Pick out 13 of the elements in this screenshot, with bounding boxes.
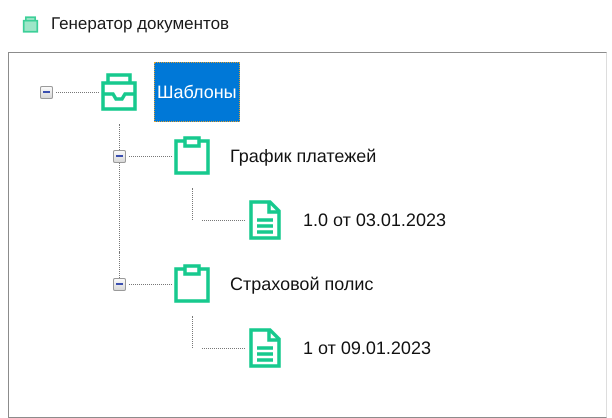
tree-item[interactable]: График платежей: [227, 126, 380, 186]
tree-item[interactable]: 1.0 от 03.01.2023: [300, 190, 449, 250]
clipboard-icon: [172, 264, 212, 304]
collapse-toggle[interactable]: [112, 150, 126, 162]
collapse-toggle[interactable]: [112, 278, 126, 290]
inbox-icon: [22, 16, 39, 32]
tree-item[interactable]: Страховой полис: [227, 254, 376, 314]
clipboard-icon: [172, 136, 212, 176]
inbox-icon: [99, 72, 139, 112]
tree-item[interactable]: 1 от 09.01.2023: [300, 318, 434, 378]
collapse-toggle[interactable]: [40, 86, 52, 98]
tree-item[interactable]: Шаблоны: [154, 62, 240, 122]
window-title: Генератор документов: [51, 14, 230, 34]
